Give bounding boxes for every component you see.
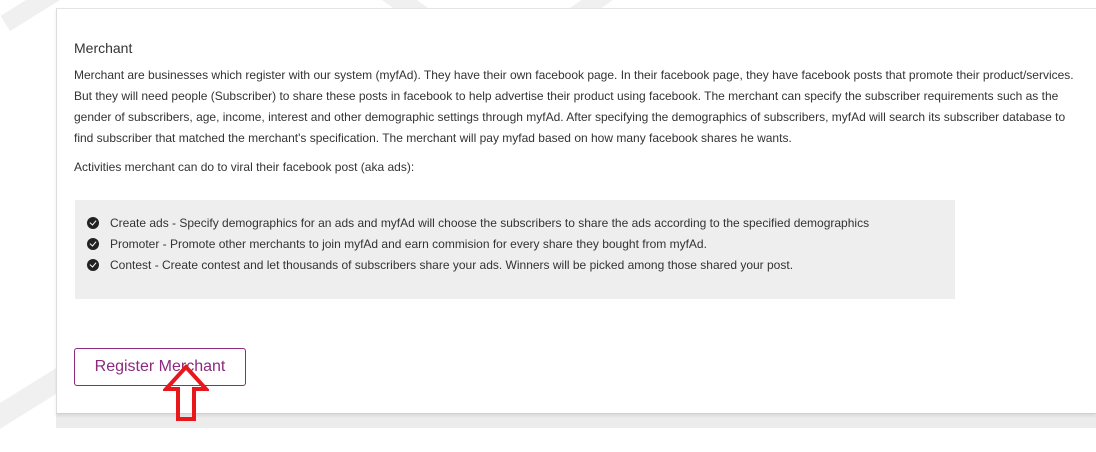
feature-text: Promoter - Promote other merchants to jo… bbox=[110, 236, 707, 251]
merchant-description: Merchant are businesses which register w… bbox=[74, 68, 1074, 145]
feature-list: Create ads - Specify demographics for an… bbox=[75, 200, 955, 299]
register-merchant-button[interactable]: Register Merchant bbox=[74, 348, 246, 386]
check-circle-icon bbox=[87, 216, 99, 229]
list-item: Create ads - Specify demographics for an… bbox=[87, 213, 955, 232]
panel-footer-band bbox=[56, 414, 1096, 428]
list-item: Promoter - Promote other merchants to jo… bbox=[87, 234, 955, 253]
section-title: Merchant bbox=[74, 40, 133, 56]
activities-intro: Activities merchant can do to viral thei… bbox=[74, 160, 415, 174]
list-item: Contest - Create contest and let thousan… bbox=[87, 255, 955, 274]
page: Merchant Merchant are businesses which r… bbox=[0, 0, 1096, 452]
feature-text: Create ads - Specify demographics for an… bbox=[110, 215, 870, 230]
feature-text: Contest - Create contest and let thousan… bbox=[110, 257, 794, 272]
check-circle-icon bbox=[87, 237, 99, 250]
check-circle-icon bbox=[87, 258, 99, 271]
merchant-content: Merchant Merchant are businesses which r… bbox=[74, 39, 1084, 175]
merchant-panel: Merchant Merchant are businesses which r… bbox=[56, 8, 1096, 414]
up-arrow-icon bbox=[163, 364, 209, 421]
